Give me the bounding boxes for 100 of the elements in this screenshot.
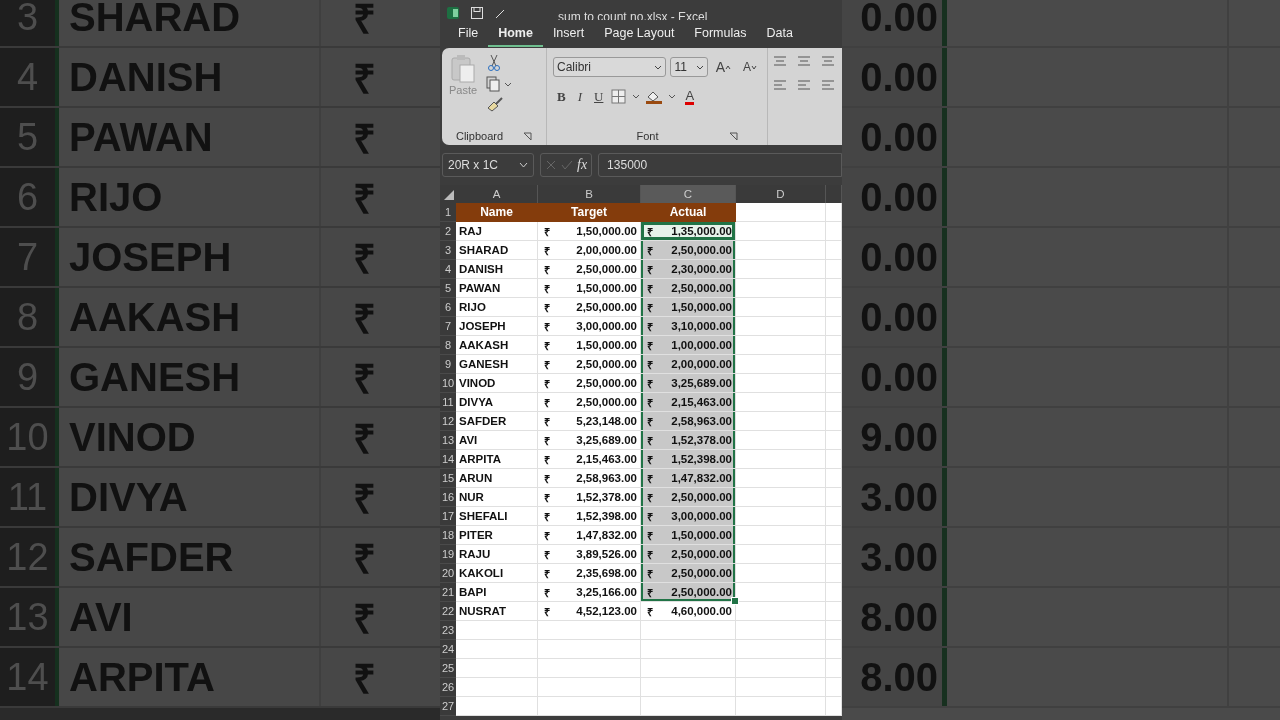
- table-cell: ₹ 2,50,000.00: [641, 564, 736, 583]
- shrink-font-button[interactable]: A: [739, 60, 761, 74]
- row-number[interactable]: 16: [440, 488, 456, 507]
- row-number[interactable]: 5: [440, 279, 456, 298]
- align-lines-icon[interactable]: [820, 54, 836, 68]
- table-cell: ₹: [321, 48, 440, 106]
- row-number[interactable]: 3: [440, 241, 456, 260]
- row-number[interactable]: 7: [440, 317, 456, 336]
- table-cell: ₹ 2,15,463.00: [641, 393, 736, 412]
- table-cell: ₹ 2,50,000.00: [641, 545, 736, 564]
- table-cell: ₹: [321, 288, 440, 346]
- fill-handle[interactable]: [731, 597, 739, 605]
- table-cell: ₹: [321, 108, 440, 166]
- ribbon-tab[interactable]: Formulas: [684, 21, 757, 47]
- dialog-launcher-icon[interactable]: [728, 131, 738, 141]
- table-cell: ₹ 1,52,398.00: [641, 450, 736, 469]
- italic-button[interactable]: I: [573, 89, 586, 105]
- row-number[interactable]: 9: [440, 355, 456, 374]
- bold-button[interactable]: B: [553, 89, 570, 105]
- ribbon-tab[interactable]: Insert: [542, 21, 595, 47]
- font-family-dropdown[interactable]: Calibri: [553, 57, 667, 77]
- caret-down-icon: [751, 64, 757, 70]
- table-cell: ₹ 3,00,000.00: [641, 507, 736, 526]
- table-cell: ₹ 2,30,000.00: [641, 260, 736, 279]
- align-lines-icon[interactable]: [820, 78, 836, 92]
- table-cell: ₹: [321, 528, 440, 586]
- row-number[interactable]: 22: [440, 602, 456, 621]
- row-number[interactable]: 6: [440, 298, 456, 317]
- column-header[interactable]: C: [641, 185, 736, 203]
- table-cell: ₹ 3,25,689.00: [641, 374, 736, 393]
- font-size-dropdown[interactable]: 11: [670, 57, 708, 77]
- ribbon-tab[interactable]: File: [448, 21, 489, 47]
- align-lines-icon[interactable]: [772, 78, 788, 92]
- fill-color-icon[interactable]: [645, 89, 678, 105]
- paintbrush-icon[interactable]: [486, 96, 504, 112]
- row-number[interactable]: 14: [440, 450, 456, 469]
- check-icon[interactable]: [561, 159, 573, 171]
- row-number[interactable]: 17: [440, 507, 456, 526]
- clipboard-icon: [448, 54, 478, 84]
- chevron-icon: [519, 162, 528, 168]
- save-icon[interactable]: [470, 6, 484, 20]
- header-cell: Name: [456, 203, 538, 222]
- header-cell: Target: [538, 203, 641, 222]
- align-lines-icon[interactable]: [796, 78, 812, 92]
- header-cell: Actual: [641, 203, 736, 222]
- chevron-icon: [654, 64, 663, 70]
- table-cell: ₹ 3,10,000.00: [641, 317, 736, 336]
- borders-icon[interactable]: [611, 89, 642, 105]
- table-cell: ₹: [321, 348, 440, 406]
- table-cell: ₹ 1,00,000.00: [641, 336, 736, 355]
- caret-up-icon: [725, 64, 731, 70]
- row-number[interactable]: 4: [440, 260, 456, 279]
- font-color-button[interactable]: A: [681, 89, 699, 105]
- table-cell: ₹: [321, 468, 440, 526]
- ribbon-tab[interactable]: Home: [488, 21, 543, 47]
- table-cell: ₹: [321, 408, 440, 466]
- row-number[interactable]: 12: [440, 412, 456, 431]
- scissors-icon[interactable]: [486, 54, 502, 72]
- table-cell: ₹ 1,35,000.00: [641, 222, 736, 241]
- ribbon-tab[interactable]: Page Layout: [594, 21, 685, 47]
- row-number[interactable]: 13: [440, 431, 456, 450]
- row-number[interactable]: 8: [440, 336, 456, 355]
- name-box[interactable]: 20R x 1C: [442, 153, 534, 177]
- align-lines-icon[interactable]: [772, 54, 788, 68]
- row-number[interactable]: 15: [440, 469, 456, 488]
- grow-font-button[interactable]: A: [711, 59, 735, 75]
- align-lines-icon[interactable]: [796, 54, 812, 68]
- table-cell: ₹ 1,50,000.00: [641, 526, 736, 545]
- row-number[interactable]: 25: [440, 659, 456, 678]
- row-number[interactable]: 11: [440, 393, 456, 412]
- insert-function-button[interactable]: fx: [577, 157, 588, 173]
- copy-icon[interactable]: [486, 76, 512, 92]
- row-number[interactable]: 21: [440, 583, 456, 602]
- row-number[interactable]: 10: [440, 374, 456, 393]
- row-number[interactable]: 24: [440, 640, 456, 659]
- row-number[interactable]: 19: [440, 545, 456, 564]
- ribbon-tab[interactable]: Data: [756, 21, 803, 47]
- table-cell: ₹ 2,58,963.00: [641, 412, 736, 431]
- chevron-icon: [695, 64, 704, 70]
- row-number[interactable]: 20: [440, 564, 456, 583]
- table-cell: ₹ 2,50,000.00: [641, 279, 736, 298]
- dialog-launcher-icon[interactable]: [523, 131, 533, 141]
- row-number[interactable]: 1: [440, 203, 456, 222]
- formula-input[interactable]: 135000: [598, 153, 842, 177]
- table-cell: ₹ 1,52,378.00: [641, 431, 736, 450]
- row-number[interactable]: 2: [440, 222, 456, 241]
- table-cell: ₹ 2,50,000.00: [641, 583, 736, 602]
- row-number[interactable]: 26: [440, 678, 456, 697]
- row-number[interactable]: 23: [440, 621, 456, 640]
- group-label: Font: [636, 130, 659, 142]
- table-cell: ₹: [321, 648, 440, 706]
- cancel-icon[interactable]: [545, 159, 557, 171]
- row-number[interactable]: 18: [440, 526, 456, 545]
- table-cell: ₹ 2,50,000.00: [641, 488, 736, 507]
- row-number[interactable]: 27: [440, 697, 456, 716]
- group-label: Clipboard: [455, 130, 504, 142]
- table-cell: ₹ 1,47,832.00: [641, 469, 736, 488]
- table-cell: ₹ 2,00,000.00: [641, 355, 736, 374]
- underline-button[interactable]: U: [590, 89, 608, 105]
- excel-icon[interactable]: [446, 6, 460, 20]
